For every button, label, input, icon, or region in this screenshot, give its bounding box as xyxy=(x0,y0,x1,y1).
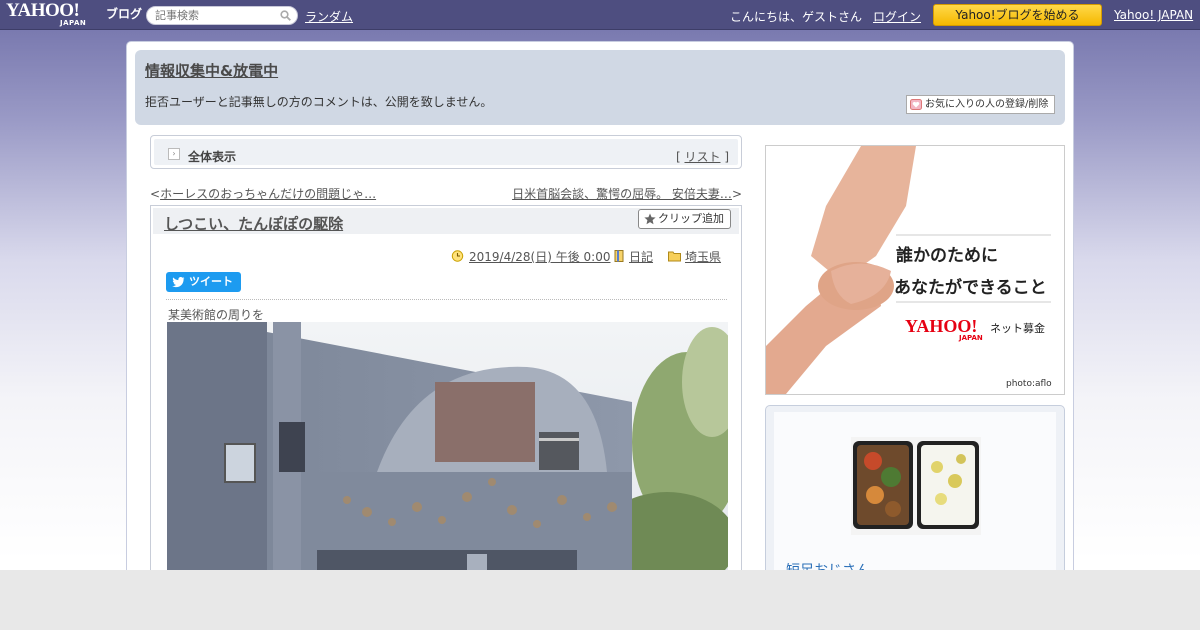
login-link[interactable]: ログイン xyxy=(873,8,921,25)
article-date-link[interactable]: 2019/4/28(日) 午後 0:00 xyxy=(469,248,610,265)
ad-brand-sub: JAPAN xyxy=(959,334,983,342)
bottom-band xyxy=(0,570,1200,630)
blog-header: 情報収集中&放電中 拒否ユーザーと記事無しの方のコメントは、公開を致しません。 … xyxy=(135,50,1065,125)
star-icon xyxy=(644,213,656,225)
view-mode-icon: › xyxy=(168,148,180,160)
article: しつこい、たんぽぽの駆除 クリップ追加 2019/4/28(日) 午後 0:00… xyxy=(150,205,742,585)
clock-icon xyxy=(451,250,464,262)
favorite-register-button[interactable]: お気に入りの人の登録/削除 xyxy=(906,95,1055,114)
profile-box: 短足おじさん xyxy=(765,405,1065,595)
ad-line2: あなたができること xyxy=(894,278,1047,298)
view-all-label: 全体表示 xyxy=(188,150,237,164)
article-header: しつこい、たんぽぽの駆除 クリップ追加 xyxy=(153,208,739,234)
folder-link[interactable]: 埼玉県 xyxy=(685,248,721,265)
search-input[interactable] xyxy=(147,7,272,24)
view-bar: › 全体表示 [ リスト ] xyxy=(150,135,742,169)
clip-label: クリップ追加 xyxy=(658,212,724,225)
list-link-wrap: [ リスト ] xyxy=(676,148,729,165)
article-caption: 某美術館の周りを xyxy=(168,308,265,322)
start-blog-button[interactable]: Yahoo!ブログを始める xyxy=(933,4,1102,26)
heart-icon xyxy=(910,99,922,110)
logo-blog: ブログ xyxy=(106,7,143,21)
profile-avatar[interactable] xyxy=(851,437,981,535)
yahoo-japan-link[interactable]: Yahoo! JAPAN xyxy=(1114,8,1193,22)
museum-photo xyxy=(167,322,728,582)
tweet-label: ツイート xyxy=(189,275,233,288)
top-bar: YAHOO! JAPAN ブログ ランダム こんにちは、ゲストさん ログイン Y… xyxy=(0,0,1200,30)
blog-description: 拒否ユーザーと記事無しの方のコメントは、公開を致しません。 xyxy=(145,95,493,109)
search-icon[interactable] xyxy=(280,10,291,21)
bracket-close: ] xyxy=(720,150,729,164)
list-link[interactable]: リスト xyxy=(684,150,720,164)
clip-add-button[interactable]: クリップ追加 xyxy=(638,209,731,229)
ad-line1: 誰かのために xyxy=(896,246,998,266)
favorite-label: お気に入りの人の登録/削除 xyxy=(925,99,1049,110)
divider xyxy=(166,299,727,300)
article-title[interactable]: しつこい、たんぽぽの駆除 xyxy=(164,213,343,234)
random-link[interactable]: ランダム xyxy=(305,8,353,25)
logo-sub: JAPAN xyxy=(60,19,87,27)
next-arrow: > xyxy=(731,187,742,201)
profile-inner: 短足おじさん xyxy=(774,412,1056,594)
ad-credit: photo:aflo xyxy=(1006,379,1052,389)
prev-article: <ホーレスのおっちゃんだけの問題じゃ… xyxy=(150,185,376,202)
prev-arrow: < xyxy=(150,187,161,201)
next-article-link[interactable]: 日米首脳会談、驚愕の屈辱。 安倍夫妻… xyxy=(512,187,732,201)
greeting-text: こんにちは、ゲストさん xyxy=(730,10,863,24)
view-bar-inner: › 全体表示 [ リスト ] xyxy=(154,139,738,165)
prev-article-link[interactable]: ホーレスのおっちゃんだけの問題じゃ… xyxy=(160,187,376,201)
logo-text: YAHOO! xyxy=(6,0,80,21)
search-box xyxy=(146,6,298,25)
folder-icon xyxy=(668,251,681,262)
charity-ad-banner[interactable]: 誰かのために あなたができること YAHOO! JAPAN ネット募金 phot… xyxy=(765,145,1065,395)
blog-title[interactable]: 情報収集中&放電中 xyxy=(145,60,278,81)
twitter-bird-icon xyxy=(172,277,185,288)
ad-service: ネット募金 xyxy=(990,322,1045,335)
yahoo-blog-logo[interactable]: YAHOO! JAPAN ブログ xyxy=(6,0,142,27)
category-link[interactable]: 日記 xyxy=(629,248,653,265)
ad-visual xyxy=(766,146,1064,394)
diary-icon xyxy=(614,250,624,262)
tweet-button[interactable]: ツイート xyxy=(166,272,241,292)
next-article: 日米首脳会談、驚愕の屈辱。 安倍夫妻…> xyxy=(512,185,742,202)
